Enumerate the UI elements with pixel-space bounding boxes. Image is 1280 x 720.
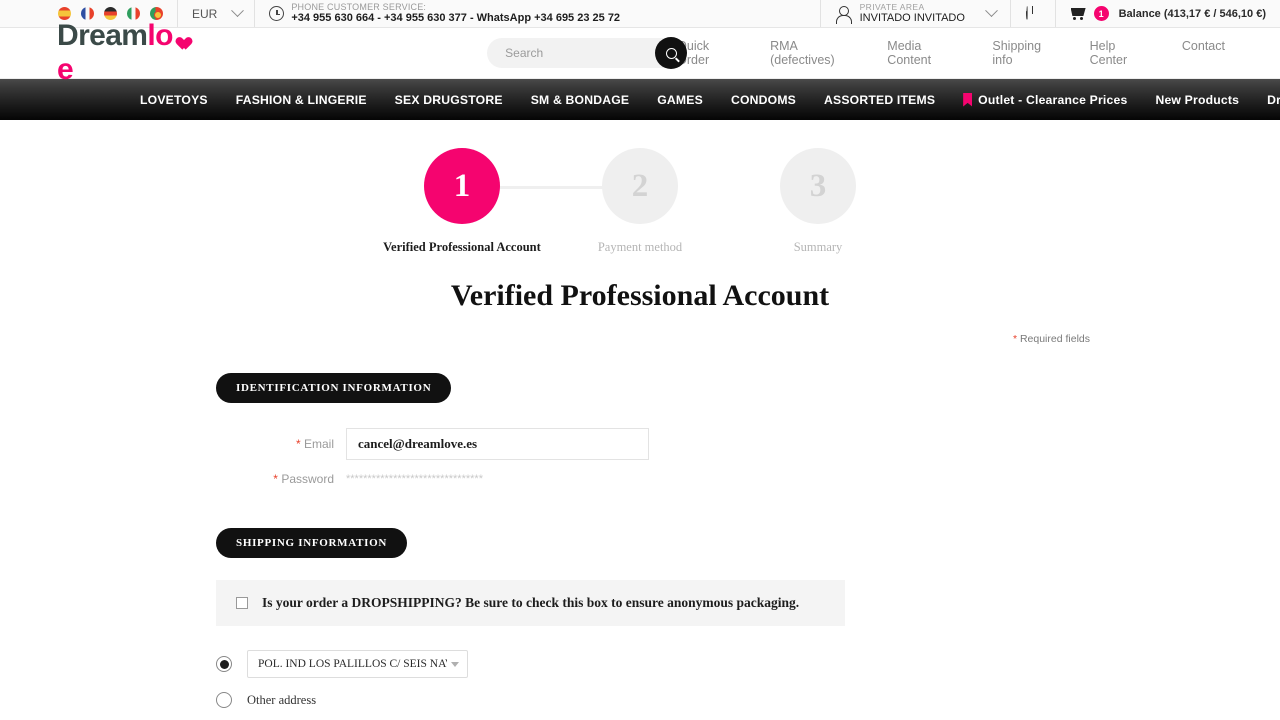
dropshipping-notice-box: Is your order a DROPSHIPPING? Be sure to…: [216, 580, 845, 626]
header-link-media-content[interactable]: Media Content: [887, 39, 958, 67]
clock-icon: [269, 5, 285, 21]
password-label-text: Password: [281, 472, 334, 486]
shipping-information-heading: SHIPPING INFORMATION: [216, 528, 407, 558]
step-1-label: Verified Professional Account: [383, 240, 541, 254]
logout-button[interactable]: [1009, 0, 1056, 27]
nav-item-fashion-lingerie[interactable]: FASHION & LINGERIE: [236, 93, 367, 107]
address-select-value: POL. IND LOS PALILLOS C/ SEIS NAVE 2': [258, 658, 447, 670]
person-icon: [835, 5, 852, 24]
saved-address-row: POL. IND LOS PALILLOS C/ SEIS NAVE 2': [216, 650, 1280, 678]
power-icon: [1025, 5, 1040, 21]
password-masked-value[interactable]: ********************************: [346, 472, 483, 485]
flag-portugal-icon[interactable]: [150, 7, 163, 20]
private-area-label: PRIVATE AREA: [859, 1, 925, 12]
heart-icon: [172, 31, 188, 46]
logo-text-lo: lo: [147, 19, 173, 52]
nav-item-condoms[interactable]: CONDOMS: [731, 93, 796, 107]
email-input[interactable]: [346, 428, 649, 460]
nav-item-sm-bondage[interactable]: SM & BONDAGE: [531, 93, 630, 107]
password-field-row: * Password *****************************…: [216, 472, 1280, 486]
logo-text-e: e: [57, 53, 74, 86]
bookmark-tag-icon: [963, 92, 973, 107]
chevron-down-icon: [451, 661, 459, 667]
search-box: [487, 37, 688, 69]
cart-and-balance[interactable]: 1 Balance (413,17 € / 546,10 €): [1056, 0, 1280, 27]
nav-item-outlet-label: Outlet - Clearance Prices: [978, 92, 1128, 107]
email-label-text: Email: [303, 437, 334, 451]
nav-item-games[interactable]: GAMES: [657, 93, 703, 107]
nav-item-outlet[interactable]: Outlet - Clearance Prices: [963, 92, 1128, 107]
phone-service-label: PHONE CUSTOMER SERVICE:: [291, 2, 427, 12]
header-link-shipping-info[interactable]: Shipping info: [992, 39, 1055, 67]
checkout-form: IDENTIFICATION INFORMATION * Email * Pas…: [0, 345, 1280, 720]
topbar-right-group: PRIVATE AREA INVITADO INVITADO 1 Balance…: [819, 0, 1280, 27]
step-3-summary[interactable]: 3 Summary: [729, 148, 907, 255]
required-fields-text: Required fields: [1019, 333, 1090, 345]
chevron-down-icon: [984, 4, 998, 18]
step-2-circle: 2: [602, 148, 678, 224]
step-1-verified-professional-account[interactable]: 1 Verified Professional Account: [373, 148, 551, 255]
search-icon: [665, 47, 677, 59]
balance-text: Balance (413,17 € / 546,10 €): [1118, 7, 1266, 20]
private-area-account[interactable]: PRIVATE AREA INVITADO INVITADO: [819, 0, 1010, 27]
currency-value: EUR: [192, 6, 218, 21]
step-2-payment-method[interactable]: 2 Payment method: [551, 148, 729, 255]
header-link-contact[interactable]: Contact: [1182, 39, 1225, 67]
saved-address-radio[interactable]: [216, 656, 232, 672]
required-asterisk: *: [273, 472, 278, 486]
nav-item-dreamloves-brands[interactable]: Dreamlove's brands: [1267, 93, 1280, 107]
header-link-help-center[interactable]: Help Center: [1090, 39, 1148, 67]
search-input[interactable]: [487, 38, 678, 68]
top-utility-bar: EUR PHONE CUSTOMER SERVICE: +34 955 630 …: [0, 0, 1280, 28]
identification-information-heading: IDENTIFICATION INFORMATION: [216, 373, 452, 403]
header-link-list: Quick Order RMA (defectives) Media Conte…: [677, 39, 1280, 67]
step-3-label: Summary: [793, 240, 843, 254]
main-navigation: LOVETOYS FASHION & LINGERIE SEX DRUGSTOR…: [0, 79, 1280, 120]
search-button[interactable]: [655, 37, 688, 69]
cart-count-badge: 1: [1093, 6, 1109, 21]
flag-italy-icon[interactable]: [127, 7, 140, 20]
page-title: Verified Professional Account: [450, 279, 830, 312]
nav-item-sex-drugstore[interactable]: SEX DRUGSTORE: [395, 93, 503, 107]
required-fields-note: * Required fields: [0, 333, 1280, 345]
email-label: * Email: [216, 428, 346, 451]
address-select[interactable]: POL. IND LOS PALILLOS C/ SEIS NAVE 2': [247, 650, 468, 678]
other-address-radio[interactable]: [216, 692, 232, 708]
site-header: Dreamlo e Quick Order RMA (defectives) Me…: [0, 19, 1280, 86]
other-address-label: Other address: [247, 692, 317, 707]
nav-item-new-products[interactable]: New Products: [1155, 93, 1239, 107]
nav-item-assorted-items[interactable]: ASSORTED ITEMS: [824, 93, 935, 107]
header-link-rma[interactable]: RMA (defectives): [770, 39, 853, 67]
flag-france-icon[interactable]: [81, 7, 94, 20]
required-asterisk: *: [1012, 333, 1018, 345]
site-logo[interactable]: Dreamlo e: [0, 19, 191, 87]
other-address-row[interactable]: Other address: [216, 692, 1280, 708]
step-3-circle: 3: [780, 148, 856, 224]
checkout-step-indicator: 1 Verified Professional Account 2 Paymen…: [0, 148, 1280, 255]
required-asterisk: *: [295, 437, 301, 451]
flag-spain-icon[interactable]: [58, 7, 71, 20]
nav-item-lovetoys[interactable]: LOVETOYS: [140, 93, 208, 107]
chevron-down-icon: [231, 4, 245, 18]
dropshipping-text: Is your order a DROPSHIPPING? Be sure to…: [262, 595, 800, 610]
step-1-circle: 1: [424, 148, 500, 224]
password-label: * Password: [216, 472, 346, 486]
step-2-label: Payment method: [597, 240, 683, 254]
dropshipping-checkbox[interactable]: [236, 597, 248, 609]
logo-text-dream: Dream: [57, 19, 148, 52]
phone-numbers: +34 955 630 664 - +34 955 630 377 - What…: [291, 12, 621, 25]
flag-germany-icon[interactable]: [104, 7, 117, 20]
email-field-row: * Email: [216, 428, 1280, 460]
phone-customer-service: PHONE CUSTOMER SERVICE: +34 955 630 664 …: [255, 2, 620, 25]
account-name: INVITADO INVITADO: [859, 12, 965, 24]
shopping-cart-icon[interactable]: [1070, 6, 1088, 21]
